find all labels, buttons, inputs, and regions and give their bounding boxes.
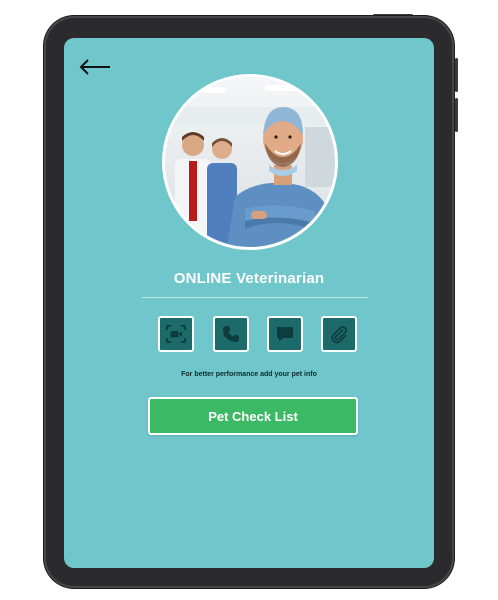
divider — [142, 297, 368, 298]
attach-button[interactable] — [321, 316, 357, 352]
video-call-button[interactable] — [158, 316, 194, 352]
app-screen: ONLINE Veterinarian For better performan… — [64, 38, 434, 568]
avatar — [162, 74, 338, 250]
page-title: ONLINE Veterinarian — [173, 270, 325, 287]
page: ONLINE Veterinarian For better performan… — [0, 0, 498, 600]
doctor-photo — [165, 77, 335, 247]
paperclip-icon — [331, 325, 347, 344]
pet-check-list-button[interactable]: Pet Check List — [148, 397, 358, 435]
phone-call-button[interactable] — [213, 316, 249, 352]
chat-bubble-icon — [277, 327, 293, 342]
video-camera-icon — [166, 325, 186, 343]
arrow-left-icon — [79, 59, 110, 75]
volume-up-button — [455, 58, 458, 92]
phone-icon — [223, 326, 239, 342]
back-button[interactable] — [78, 56, 112, 78]
hint-text: For better performance add your pet info — [181, 371, 317, 378]
chat-button[interactable] — [267, 316, 303, 352]
volume-down-button — [455, 98, 458, 132]
